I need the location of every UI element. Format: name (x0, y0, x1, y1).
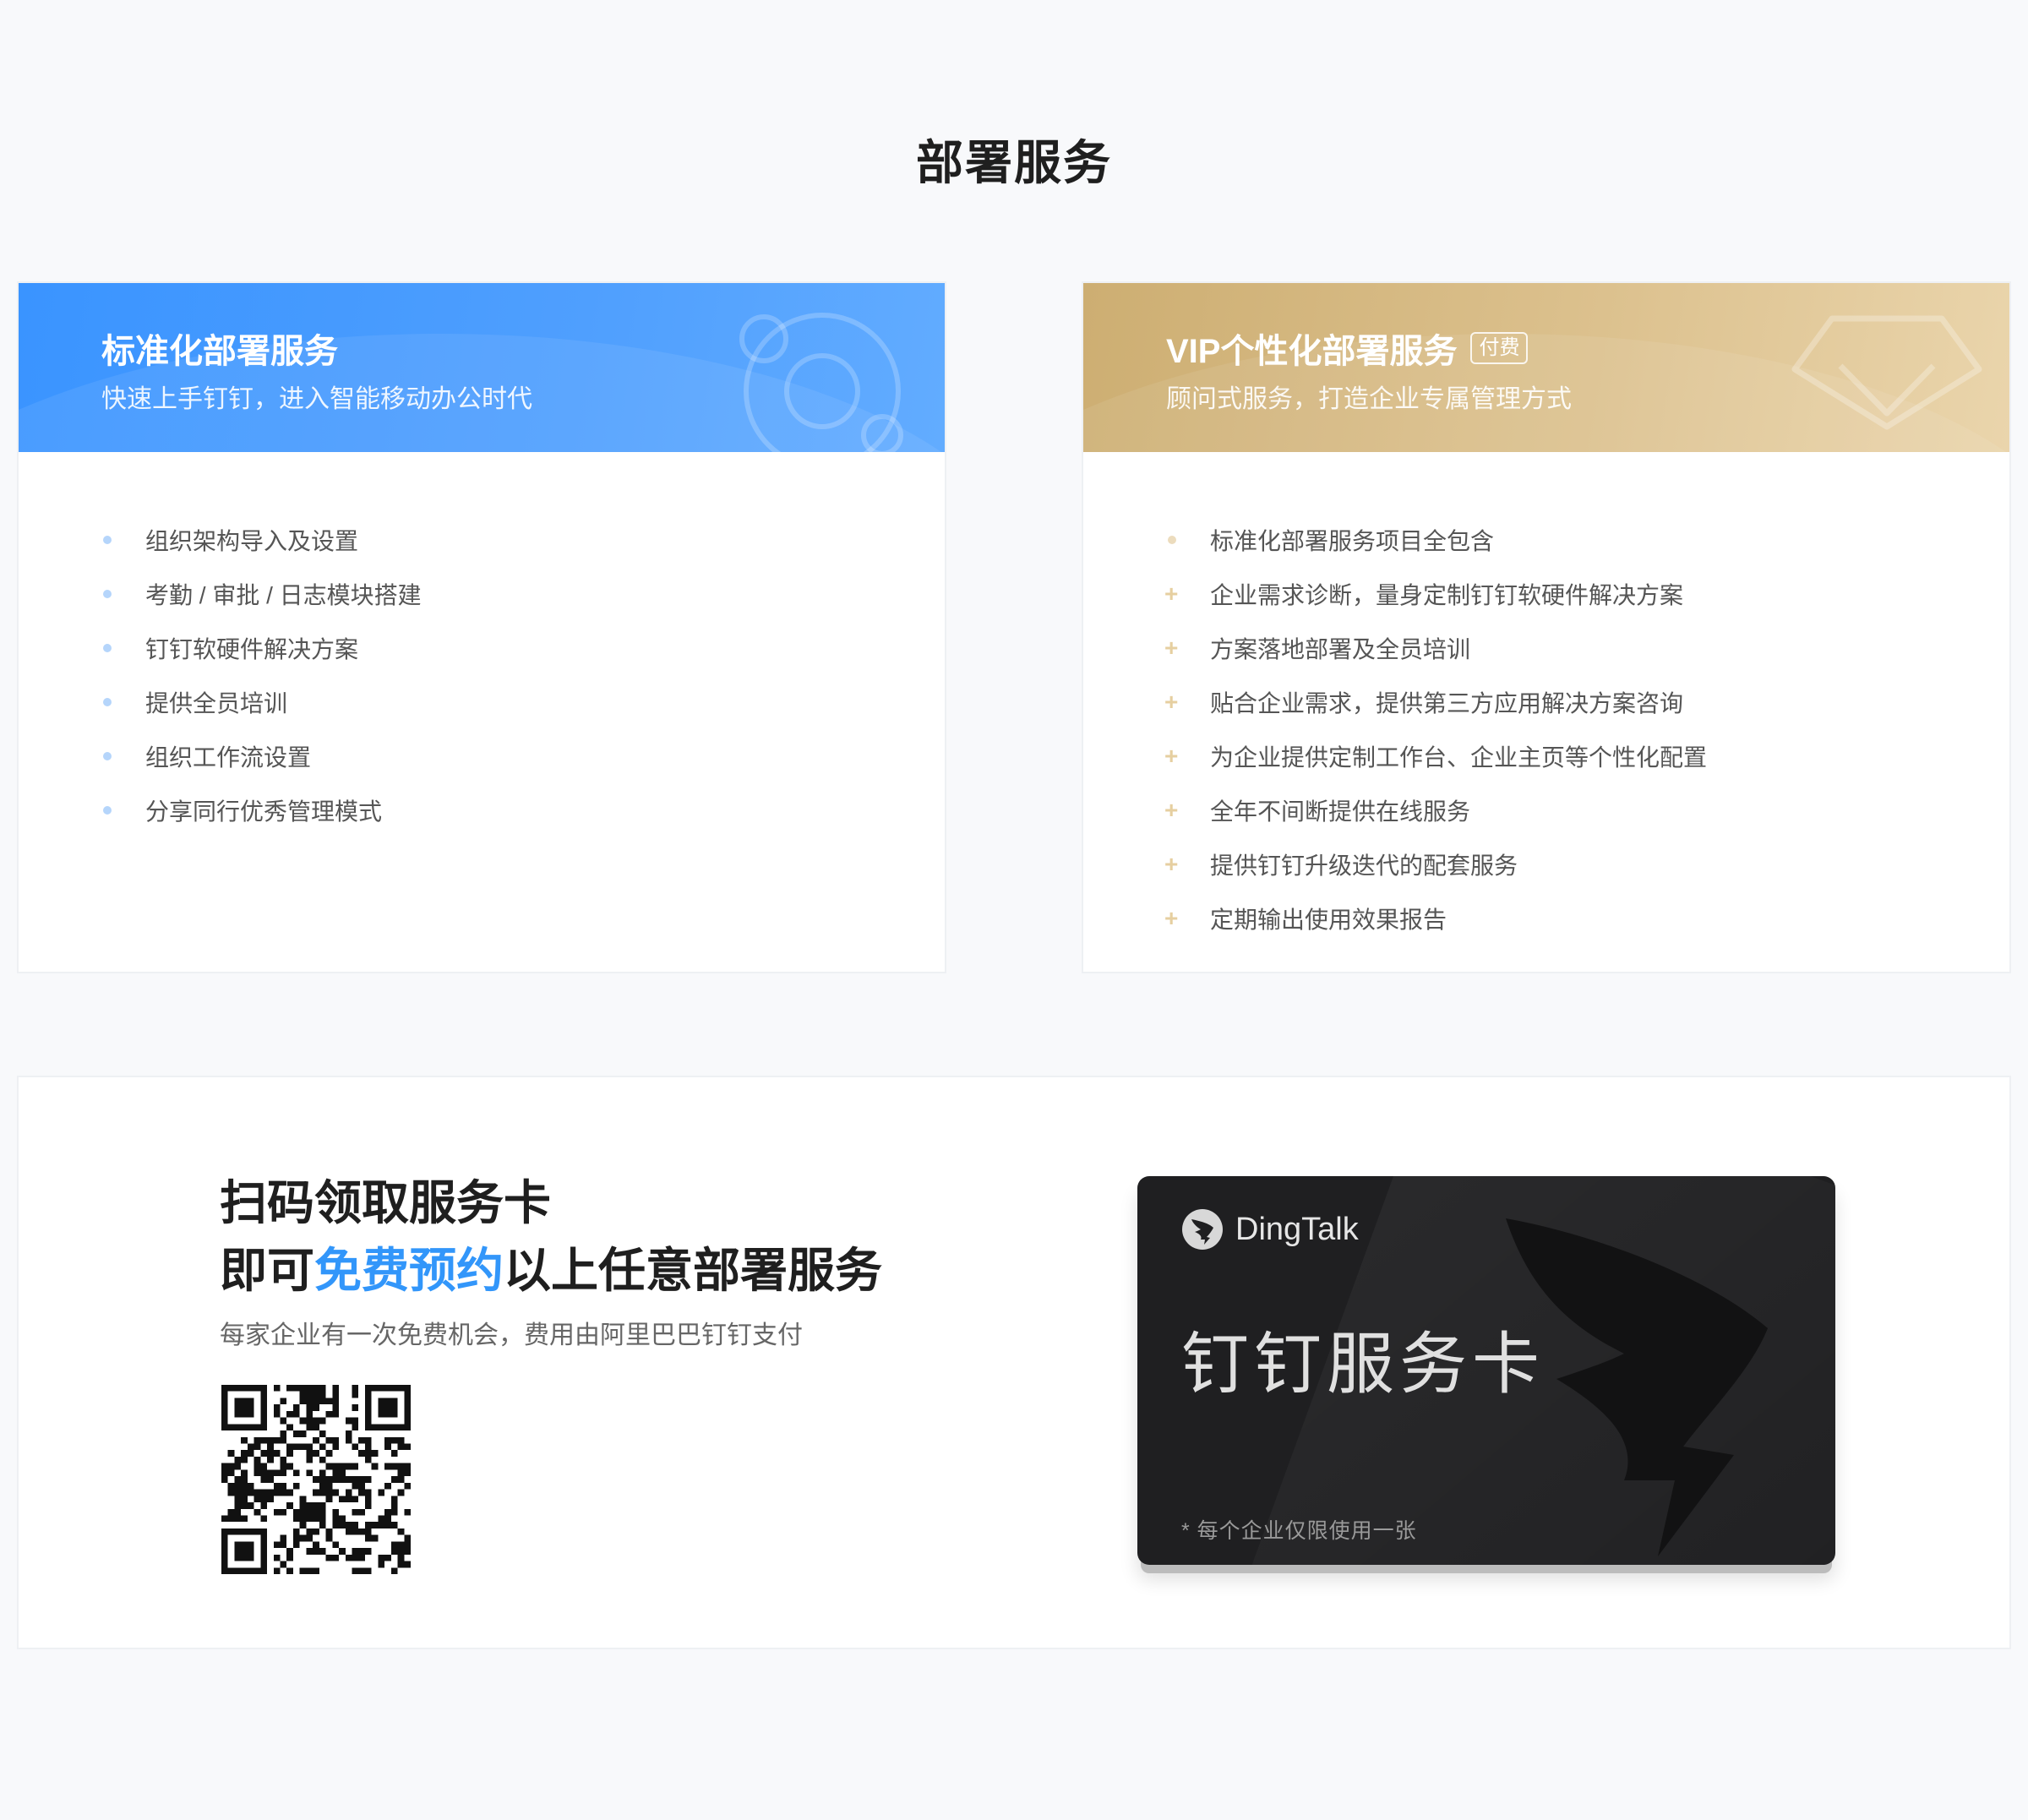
vip-title-text: VIP个性化部署服务 (1166, 333, 1458, 370)
vip-card-header: VIP个性化部署服务 付费 顾问式服务，打造企业专属管理方式 (1083, 283, 2009, 452)
list-item: + 提供钉钉升级迭代的配套服务 (1164, 837, 1707, 891)
standard-items-list: 组织架构导入及设置考勤 / 审批 / 日志模块搭建 钉钉软硬件解决方案 提供全员培训… (101, 513, 422, 837)
promo-headline: 扫码领取服务卡 (220, 1176, 551, 1229)
standard-service-card: 标准化部署服务 快速上手钉钉，进入智能移动办公时代 组织架构导入及设置考勤 / … (17, 281, 946, 973)
list-item: + 方案落地部署及全员培训 (1164, 621, 1707, 675)
list-item-text: 钉钉软硬件解决方案 (145, 636, 359, 662)
bullet-dot-icon (101, 698, 145, 706)
bullet-dot-icon (101, 752, 145, 760)
page-title: 部署服务 (916, 136, 1112, 189)
list-item-text: 为企业提供定制工作台、企业主页等个性化配置 (1210, 744, 1708, 771)
list-item-text: 组织工作流设置 (145, 744, 312, 771)
list-item: + 为企业提供定制工作台、企业主页等个性化配置 (1164, 729, 1708, 783)
dingtalk-brand: DingTalk (1235, 1211, 1359, 1247)
service-card-note: * 每个企业仅限使用一张 (1181, 1519, 1417, 1543)
promo-note: 每家企业有一次免费机会，费用由阿里巴巴钉钉支付 (220, 1321, 803, 1349)
promo-highlight: 免费预约 (314, 1244, 504, 1297)
plus-icon: + (1164, 905, 1179, 931)
list-item: + 全年不间断提供在线服务 (1164, 783, 1707, 837)
plus-icon: + (1164, 743, 1179, 769)
promo-subheadline: 即可免费预约以上任意部署服务 (220, 1233, 882, 1301)
vip-service-card: VIP个性化部署服务 付费 顾问式服务，打造企业专属管理方式 标准化部署服务项目… (1082, 281, 2011, 973)
list-item: 标准化部署服务项目全包含 (1166, 513, 1707, 567)
list-item-text: 提供全员培训 (145, 690, 288, 717)
promo-suffix: 以上任意部署服务 (504, 1244, 882, 1297)
list-item: 组织架构导入及设置 (101, 513, 422, 567)
list-item: 钉钉软硬件解决方案 (101, 621, 422, 675)
paid-badge: 付费 (1470, 332, 1529, 364)
orbit-icon (739, 313, 903, 452)
list-item-text: 企业需求诊断，量身定制钉钉软硬件解决方案 (1210, 582, 1684, 608)
list-item: 组织工作流设置 (101, 729, 422, 783)
plus-icon: + (1164, 851, 1179, 877)
list-item: + 贴合企业需求，提供第三方应用解决方案咨询 (1164, 675, 1707, 729)
list-item: + 定期输出使用效果报告 (1164, 891, 1707, 945)
standard-card-header: 标准化部署服务 快速上手钉钉，进入智能移动办公时代 (19, 283, 945, 452)
plus-icon: + (1164, 580, 1179, 607)
list-item: + 企业需求诊断，量身定制钉钉软硬件解决方案 (1164, 567, 1707, 621)
bullet-dot-icon (101, 806, 145, 815)
bullet-dot-icon (101, 590, 145, 598)
vip-card-subtitle: 顾问式服务，打造企业专属管理方式 (1166, 385, 1572, 413)
dingtalk-service-card: DingTalk 钉钉服务卡 * 每个企业仅限使用一张 (1137, 1176, 1835, 1565)
bullet-dot-icon (1166, 536, 1210, 544)
dingtalk-logo: DingTalk (1181, 1208, 1359, 1251)
standard-title-text: 标准化部署服务 (101, 333, 338, 370)
diamond-icon (1791, 315, 1982, 430)
bullet-dot-icon (101, 536, 145, 544)
standard-card-subtitle: 快速上手钉钉，进入智能移动办公时代 (101, 385, 532, 413)
list-item: 考勤 / 审批 / 日志模块搭建 (101, 567, 422, 621)
list-item: 提供全员培训 (101, 675, 422, 729)
list-item-text: 全年不间断提供在线服务 (1210, 798, 1471, 825)
service-card-promo: 扫码领取服务卡 即可免费预约以上任意部署服务 每家企业有一次免费机会，费用由阿里… (17, 1076, 2011, 1649)
dingtalk-logo-icon (1182, 1209, 1223, 1250)
plus-icon: + (1164, 797, 1179, 823)
plus-icon: + (1164, 635, 1179, 661)
list-item-text: 组织架构导入及设置 (145, 528, 359, 554)
list-item-text: 考勤 / 审批 / 日志模块搭建 (145, 582, 422, 608)
list-item-text: 贴合企业需求，提供第三方应用解决方案咨询 (1210, 690, 1684, 717)
bullet-dot-icon (101, 644, 145, 652)
list-item-text: 定期输出使用效果报告 (1210, 907, 1447, 933)
service-card-title: 钉钉服务卡 (1181, 1327, 1545, 1402)
promo-prefix: 即可 (220, 1244, 314, 1297)
plus-icon: + (1164, 689, 1179, 715)
qr-code (221, 1385, 411, 1574)
vip-card-title: VIP个性化部署服务 付费 (1166, 324, 1529, 373)
standard-card-title: 标准化部署服务 (101, 324, 338, 373)
list-item: 分享同行优秀管理模式 (101, 783, 422, 837)
vip-items-list: 标准化部署服务项目全包含 + 企业需求诊断，量身定制钉钉软硬件解决方案 + 方案落地部署… (1164, 513, 1708, 945)
list-item-text: 提供钉钉升级迭代的配套服务 (1210, 853, 1518, 879)
list-item-text: 分享同行优秀管理模式 (145, 798, 383, 825)
list-item-text: 方案落地部署及全员培训 (1210, 636, 1471, 662)
list-item-text: 标准化部署服务项目全包含 (1210, 528, 1495, 554)
